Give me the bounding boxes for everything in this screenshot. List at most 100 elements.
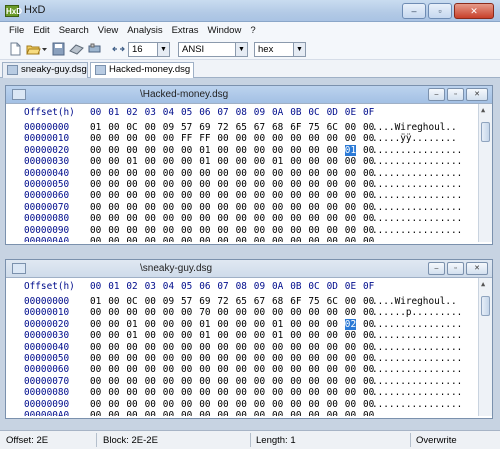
hex-byte-cell[interactable]: 00	[181, 364, 192, 375]
hex-byte-cell[interactable]: 00	[236, 319, 247, 330]
hex-byte-cell[interactable]: 00	[90, 364, 101, 375]
hex-byte-cell[interactable]: 68	[272, 296, 283, 307]
hex-byte-cell[interactable]: 00	[327, 353, 338, 364]
ascii-text[interactable]: ................	[372, 399, 462, 410]
ascii-text[interactable]: ................	[372, 353, 462, 364]
new-file-icon[interactable]	[8, 42, 23, 56]
hex-byte-cell[interactable]: 00	[236, 353, 247, 364]
hex-byte-cell[interactable]: 00	[199, 342, 210, 353]
hex-byte-cell[interactable]: 00	[108, 168, 119, 179]
hex-byte-cell[interactable]: 00	[236, 399, 247, 410]
ascii-text[interactable]: ....Wireghoul..	[372, 296, 457, 307]
scroll-thumb[interactable]	[481, 296, 490, 316]
vertical-scrollbar[interactable]: ▲	[478, 104, 492, 242]
hex-byte-cell[interactable]: 00	[272, 399, 283, 410]
hex-byte-cell[interactable]: 00	[163, 319, 174, 330]
hex-byte-cell[interactable]: 00	[163, 330, 174, 341]
menu-help[interactable]: ?	[250, 25, 255, 36]
hex-byte-cell[interactable]: 00	[290, 213, 301, 224]
hex-byte-cell[interactable]: 00	[163, 410, 174, 416]
hex-byte-cell[interactable]: 00	[163, 399, 174, 410]
hex-byte-cell[interactable]: 00	[345, 399, 356, 410]
hex-byte-cell[interactable]: 00	[163, 307, 174, 318]
hex-byte-cell[interactable]: 00	[308, 133, 319, 144]
hex-byte-cell[interactable]: 00	[254, 225, 265, 236]
hex-byte-cell[interactable]: 01	[126, 156, 137, 167]
hex-byte-cell[interactable]: 00	[199, 213, 210, 224]
hex-byte-cell[interactable]: 00	[290, 225, 301, 236]
hex-byte-cell[interactable]: 00	[126, 225, 137, 236]
hex-byte-cell[interactable]: 00	[108, 179, 119, 190]
hex-byte-cell[interactable]: 01	[272, 330, 283, 341]
hex-byte-cell[interactable]: 00	[327, 202, 338, 213]
hex-byte-cell[interactable]: 00	[308, 410, 319, 416]
hex-byte-cell[interactable]: 00	[163, 387, 174, 398]
hex-byte-cell[interactable]: 01	[126, 319, 137, 330]
hex-byte-cell[interactable]: 00	[254, 353, 265, 364]
hex-byte-cell[interactable]: 00	[308, 145, 319, 156]
hex-byte-cell[interactable]: 00	[217, 376, 228, 387]
ascii-text[interactable]: ................	[372, 156, 462, 167]
hex-byte-cell[interactable]: 00	[345, 364, 356, 375]
hex-byte-cell[interactable]: 00	[199, 410, 210, 416]
hex-byte-cell[interactable]: 00	[327, 190, 338, 201]
hex-byte-cell[interactable]: 00	[290, 168, 301, 179]
hex-byte-cell[interactable]: 00	[145, 376, 156, 387]
hex-byte-cell[interactable]: 01	[199, 145, 210, 156]
hex-byte-cell[interactable]: 00	[108, 145, 119, 156]
hex-byte-cell[interactable]: 00	[345, 387, 356, 398]
hex-byte-cell[interactable]: 6F	[290, 122, 301, 133]
hex-byte-cell[interactable]: 00	[181, 330, 192, 341]
hex-byte-cell[interactable]: 00	[290, 145, 301, 156]
editor-minimize-button[interactable]: –	[428, 88, 445, 101]
hex-byte-cell[interactable]: 00	[108, 236, 119, 242]
hex-byte-cell[interactable]: 00	[145, 133, 156, 144]
hex-byte-cell[interactable]: 00	[199, 168, 210, 179]
hex-byte-cell[interactable]: 00	[272, 376, 283, 387]
hex-byte-cell[interactable]: 00	[217, 330, 228, 341]
hex-byte-cell[interactable]: 00	[254, 202, 265, 213]
hex-byte-cell[interactable]: 00	[290, 364, 301, 375]
tab-sneaky-guy[interactable]: sneaky-guy.dsg	[2, 62, 88, 78]
scroll-up-icon[interactable]: ▲	[481, 280, 485, 288]
hex-byte-cell[interactable]: 00	[254, 387, 265, 398]
editor-restore-button[interactable]: ▫	[447, 262, 464, 275]
hex-byte-cell[interactable]: 00	[290, 410, 301, 416]
hex-byte-cell[interactable]: 00	[290, 387, 301, 398]
hex-byte-cell[interactable]: 00	[290, 353, 301, 364]
hex-byte-cell[interactable]: 00	[145, 296, 156, 307]
hex-byte-cell[interactable]: 00	[181, 399, 192, 410]
hex-byte-cell[interactable]: 00	[290, 399, 301, 410]
hex-byte-cell[interactable]: 00	[126, 213, 137, 224]
hex-byte-cell[interactable]: 00	[308, 202, 319, 213]
hex-byte-cell[interactable]: 75	[308, 296, 319, 307]
hex-byte-cell[interactable]: 00	[327, 168, 338, 179]
hex-byte-cell[interactable]: 00	[108, 202, 119, 213]
ascii-text[interactable]: .....ÿÿ........	[372, 133, 457, 144]
hex-byte-cell[interactable]: 00	[254, 133, 265, 144]
hex-byte-cell[interactable]: 00	[236, 330, 247, 341]
hex-byte-cell[interactable]: 00	[108, 190, 119, 201]
hex-byte-cell[interactable]: 00	[290, 179, 301, 190]
hex-byte-cell[interactable]: 00	[145, 225, 156, 236]
hex-byte-cell[interactable]: 00	[217, 342, 228, 353]
hex-byte-cell[interactable]: 69	[199, 122, 210, 133]
hex-byte-cell[interactable]: 00	[308, 213, 319, 224]
hex-byte-cell[interactable]: 01	[272, 156, 283, 167]
ascii-text[interactable]: ................	[372, 168, 462, 179]
hex-byte-cell[interactable]: 00	[254, 179, 265, 190]
hex-byte-cell[interactable]: 00	[181, 213, 192, 224]
hex-byte-cell[interactable]: 00	[308, 156, 319, 167]
hex-byte-cell[interactable]: 00	[108, 342, 119, 353]
editor-title-bar[interactable]: \Hacked-money.dsg – ▫ ✕	[6, 86, 492, 104]
hex-byte-cell[interactable]: 01	[199, 156, 210, 167]
hex-byte-cell[interactable]: 00	[145, 202, 156, 213]
hex-byte-cell[interactable]: 00	[236, 145, 247, 156]
ascii-text[interactable]: ................	[372, 179, 462, 190]
ascii-text[interactable]: ................	[372, 410, 462, 416]
hex-byte-cell[interactable]: 00	[290, 330, 301, 341]
hex-byte-cell[interactable]: 00	[199, 225, 210, 236]
hex-byte-cell[interactable]: 00	[308, 179, 319, 190]
hex-byte-cell[interactable]: 00	[217, 145, 228, 156]
hex-byte-cell[interactable]: 00	[145, 122, 156, 133]
